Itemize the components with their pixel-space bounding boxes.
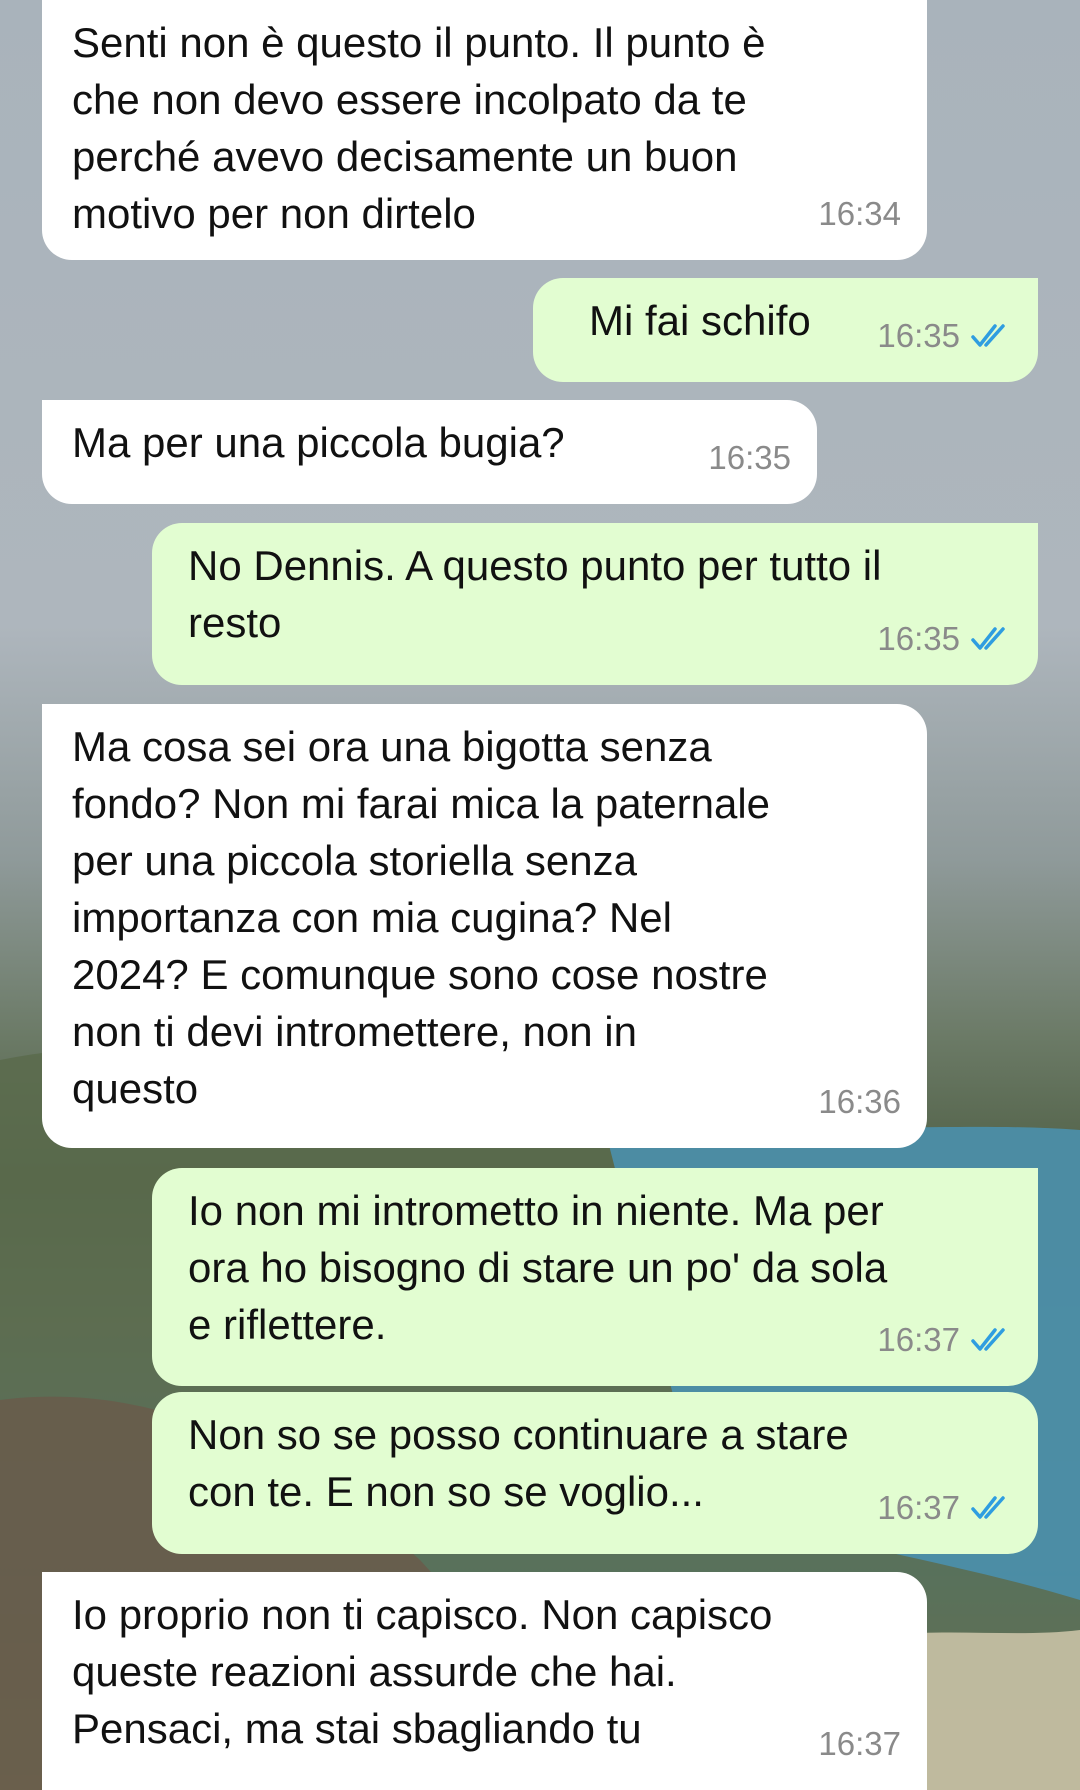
message-time: 16:35 <box>877 317 960 354</box>
message-bubble-incoming[interactable]: Senti non è questo il punto. Il punto è … <box>42 0 927 260</box>
message-bubble-incoming[interactable]: Ma per una piccola bugia? 16:35 <box>42 400 817 504</box>
double-check-icon <box>971 323 1005 347</box>
message-time: 16:34 <box>818 195 901 232</box>
message-bubble-outgoing[interactable]: Mi fai schifo 16:35 <box>533 278 1038 382</box>
message-text: Io proprio non ti capisco. Non capisco q… <box>72 1591 773 1752</box>
double-check-icon <box>971 1495 1005 1519</box>
message-time: 16:37 <box>818 1725 901 1762</box>
message-time: 16:35 <box>877 620 960 657</box>
message-time: 16:37 <box>877 1321 960 1358</box>
message-bubble-incoming[interactable]: Ma cosa sei ora una bigotta senza fondo?… <box>42 704 927 1148</box>
message-bubble-outgoing[interactable]: Non so se posso continuare a stare con t… <box>152 1392 1038 1554</box>
message-text: Senti non è questo il punto. Il punto è … <box>72 19 766 237</box>
message-text: Ma cosa sei ora una bigotta senza fondo?… <box>72 723 771 1112</box>
message-time: 16:36 <box>818 1083 901 1120</box>
message-bubble-outgoing[interactable]: No Dennis. A questo punto per tutto il r… <box>152 523 1038 685</box>
message-time: 16:37 <box>877 1489 960 1526</box>
message-text: Ma per una piccola bugia? <box>72 419 565 466</box>
message-time: 16:35 <box>708 439 791 476</box>
message-bubble-incoming[interactable]: Io proprio non ti capisco. Non capisco q… <box>42 1572 927 1790</box>
message-bubble-outgoing[interactable]: Io non mi intrometto in niente. Ma per o… <box>152 1168 1038 1386</box>
double-check-icon <box>971 1327 1005 1351</box>
double-check-icon <box>971 626 1005 650</box>
